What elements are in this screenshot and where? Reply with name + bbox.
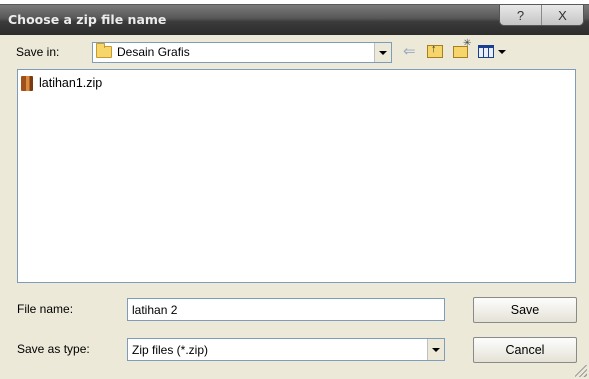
- chevron-down-icon: [432, 347, 440, 352]
- title-bar[interactable]: Choose a zip file name ? X: [0, 5, 589, 35]
- title-bar-buttons: ? X: [499, 5, 584, 26]
- view-menu-icon[interactable]: [478, 45, 512, 59]
- folder-icon: [96, 43, 112, 58]
- close-button[interactable]: X: [541, 5, 583, 25]
- save-in-label: Save in:: [16, 45, 60, 59]
- save-as-type-dropdown[interactable]: Zip files (*.zip): [127, 338, 445, 361]
- file-name-label: File name:: [17, 302, 74, 316]
- save-dialog: Choose a zip file name ? X Save in: Desa…: [0, 4, 589, 379]
- file-name-input[interactable]: latihan 2: [127, 298, 445, 321]
- help-button[interactable]: ?: [500, 5, 541, 25]
- file-name: latihan1.zip: [39, 76, 103, 90]
- save-button[interactable]: Save: [473, 297, 577, 323]
- back-arrow-icon[interactable]: ⇐: [403, 43, 421, 61]
- window-title: Choose a zip file name: [8, 12, 167, 27]
- dialog-client: Save in: Desain Grafis ⇐ latihan1.zip Fi…: [7, 35, 582, 376]
- list-item[interactable]: latihan1.zip: [21, 74, 102, 92]
- save-as-type-dropdown-button[interactable]: [427, 339, 444, 360]
- save-in-dropdown-button[interactable]: [374, 43, 391, 62]
- save-in-value: Desain Grafis: [117, 45, 190, 59]
- save-as-type-value: Zip files (*.zip): [132, 343, 209, 357]
- zip-file-icon: [21, 75, 33, 91]
- cancel-button[interactable]: Cancel: [473, 337, 577, 363]
- save-in-dropdown[interactable]: Desain Grafis: [92, 42, 392, 63]
- file-list[interactable]: latihan1.zip: [17, 69, 576, 283]
- details-view-icon: [478, 45, 494, 58]
- chevron-down-icon: [498, 50, 506, 54]
- save-as-type-label: Save as type:: [17, 342, 90, 356]
- resize-grip-icon[interactable]: [575, 365, 587, 377]
- up-one-level-icon[interactable]: [427, 43, 443, 58]
- new-folder-icon[interactable]: [453, 38, 471, 58]
- chevron-down-icon: [379, 50, 387, 55]
